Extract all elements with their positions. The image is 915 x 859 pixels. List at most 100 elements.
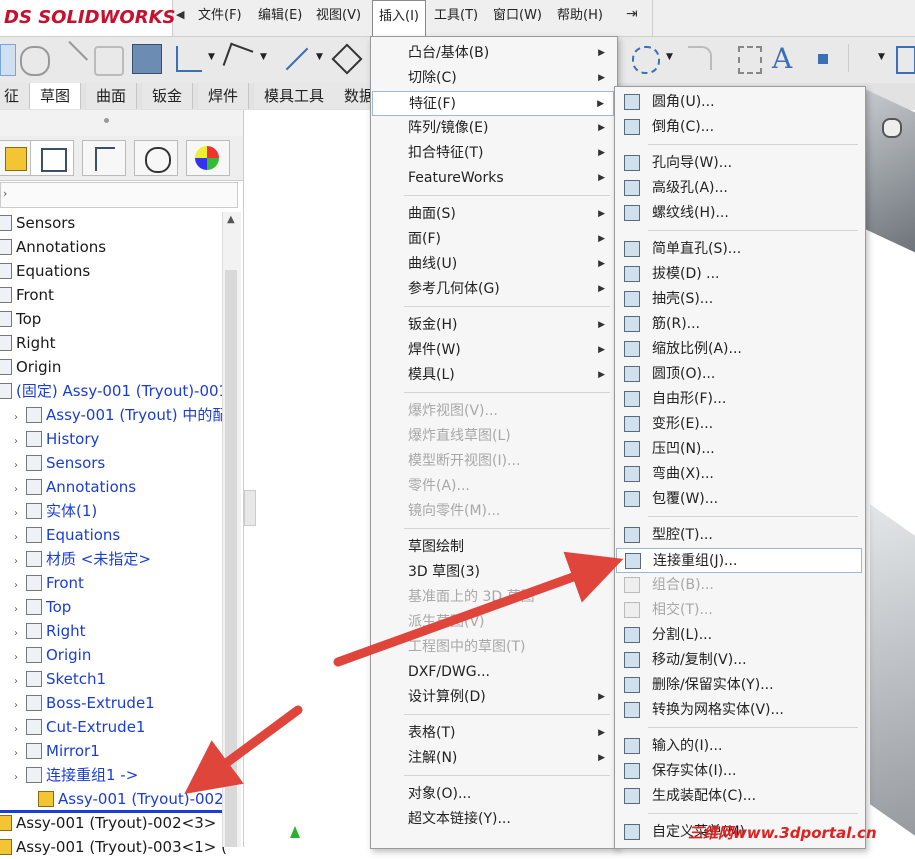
tree-item[interactable]: Annotations xyxy=(0,235,106,259)
expand-chevron-icon[interactable]: › xyxy=(14,766,26,790)
menu-item[interactable]: 曲线(U) ▶ xyxy=(372,252,614,277)
menu-window[interactable]: 窗口(W) xyxy=(487,0,548,34)
menu-item[interactable]: 焊件(W) ▶ xyxy=(372,338,614,363)
tree-item[interactable]: Right xyxy=(0,331,56,355)
rectangle-tool-icon[interactable] xyxy=(176,46,202,72)
tree-item[interactable]: › Right xyxy=(14,619,86,643)
menu-item[interactable]: 超文本链接(Y)... xyxy=(372,807,614,832)
menu-item[interactable]: 筋(R)... xyxy=(616,312,862,337)
point-tool-icon[interactable] xyxy=(818,54,828,64)
model-beam-top[interactable] xyxy=(862,87,915,253)
chevron-down-icon[interactable]: ▼ xyxy=(666,52,673,62)
pin-icon[interactable]: ⇥ xyxy=(626,6,638,22)
menu-help[interactable]: 帮助(H) xyxy=(551,0,609,34)
menu-item[interactable]: 连接重组(J)... xyxy=(616,548,862,573)
tree-root-chevron-icon[interactable]: › xyxy=(3,187,7,200)
convert-entities-icon[interactable] xyxy=(896,46,915,74)
tree-filter-bar[interactable]: › xyxy=(0,182,238,208)
menu-item[interactable]: 螺纹线(H)... xyxy=(616,201,862,226)
tree-item[interactable]: › Sensors xyxy=(14,451,105,475)
block-icon[interactable] xyxy=(132,44,162,74)
tree-item[interactable]: Origin xyxy=(0,355,61,379)
tree-item[interactable]: › Cut-Extrude1 xyxy=(14,715,145,739)
tree-item[interactable]: Sensors xyxy=(0,211,75,235)
tree-item[interactable]: Equations xyxy=(0,259,90,283)
menu-item[interactable]: 钣金(H) ▶ xyxy=(372,313,614,338)
menu-item[interactable]: 删除/保留实体(Y)... xyxy=(616,673,862,698)
circle-tool-icon[interactable] xyxy=(632,46,660,74)
menu-item[interactable]: 弯曲(X)... xyxy=(616,462,862,487)
tree-item[interactable]: Top xyxy=(0,307,41,331)
menu-item[interactable]: 变形(E)... xyxy=(616,412,862,437)
tree-item[interactable]: › 材质 <未指定> xyxy=(14,547,151,571)
tree-item[interactable]: › Top xyxy=(14,595,71,619)
menu-item[interactable]: 简单直孔(S)... xyxy=(616,237,862,262)
menu-item[interactable]: 扣合特征(T) ▶ xyxy=(372,141,614,166)
tab-4[interactable]: 焊件 xyxy=(198,83,250,109)
menu-item[interactable]: 圆顶(O)... xyxy=(616,362,862,387)
menu-item[interactable]: 设计算例(D) ▶ xyxy=(372,685,614,710)
scroll-up-icon[interactable]: ▲ xyxy=(227,214,235,225)
menu-item[interactable]: 抽壳(S)... xyxy=(616,287,862,312)
menu-tools[interactable]: 工具(T) xyxy=(428,0,484,34)
tree-item[interactable]: › Front xyxy=(14,571,84,595)
menu-item[interactable]: 表格(T) ▶ xyxy=(372,721,614,746)
tree-item[interactable]: Front xyxy=(0,283,54,307)
tree-item[interactable]: Assy-001 (Tryout)-002 xyxy=(38,787,224,811)
tree-item[interactable]: › Mirror1 xyxy=(14,739,100,763)
menu-item[interactable]: 倒角(C)... xyxy=(616,115,862,140)
menu-edit[interactable]: 编辑(E) xyxy=(252,0,308,34)
menu-file[interactable]: 文件(F) xyxy=(192,0,248,34)
menu-item[interactable]: 3D 草图(3) xyxy=(372,560,614,585)
text-tool-icon[interactable]: A xyxy=(772,42,792,75)
menu-item[interactable]: 缩放比例(A)... xyxy=(616,337,862,362)
tree-item[interactable]: (固定) Assy-001 (Tryout)-001 xyxy=(0,379,228,403)
tree-item[interactable]: › Annotations xyxy=(14,475,136,499)
menu-item[interactable]: 拔模(D) ... xyxy=(616,262,862,287)
menu-item[interactable]: 包覆(W)... xyxy=(616,487,862,512)
menu-item[interactable]: 分割(L)... xyxy=(616,623,862,648)
chevron-down-icon[interactable]: ▼ xyxy=(878,52,885,62)
tab-2[interactable]: 曲面 xyxy=(86,83,138,109)
offset-entities-icon[interactable] xyxy=(738,46,762,74)
menu-item[interactable]: 型腔(T)... xyxy=(616,523,862,548)
menu-item[interactable]: 切除(C) ▶ xyxy=(372,66,614,91)
property-manager-tab[interactable] xyxy=(30,140,74,176)
tree-item[interactable]: › Equations xyxy=(14,523,120,547)
tree-item[interactable]: Assy-001 (Tryout)-003<1> ( xyxy=(0,835,227,859)
menu-item[interactable]: 自由形(F)... xyxy=(616,387,862,412)
chevron-down-icon[interactable]: ▼ xyxy=(208,52,215,62)
menu-item[interactable]: 模具(L) ▶ xyxy=(372,363,614,388)
chevron-down-icon[interactable]: ▼ xyxy=(260,52,267,62)
menu-item[interactable]: 阵列/镜像(E) ▶ xyxy=(372,116,614,141)
arc-tool-icon[interactable] xyxy=(688,46,712,70)
tree-item[interactable]: › History xyxy=(14,427,99,451)
menu-item[interactable]: 移动/复制(V)... xyxy=(616,648,862,673)
chevron-down-icon[interactable]: ▼ xyxy=(316,52,323,62)
tree-item[interactable]: › Boss-Extrude1 xyxy=(14,691,155,715)
menu-item[interactable]: 输入的(I)... xyxy=(616,734,862,759)
tree-item[interactable]: › Assy-001 (Tryout) 中的配 xyxy=(14,403,227,427)
menu-collapse-arrow-icon[interactable]: ◀ xyxy=(176,8,184,21)
menu-item[interactable]: FeatureWorks ▶ xyxy=(372,166,614,191)
menu-item[interactable]: 生成装配体(C)... xyxy=(616,784,862,809)
tree-item[interactable]: › Origin xyxy=(14,643,91,667)
menu-item[interactable]: 保存实体(I)... xyxy=(616,759,862,784)
menu-item[interactable]: 转换为网格实体(V)... xyxy=(616,698,862,723)
menu-item[interactable]: DXF/DWG... xyxy=(372,660,614,685)
tree-item[interactable]: Assy-001 (Tryout)-002<3> ( xyxy=(0,811,227,835)
model-beam-bottom[interactable] xyxy=(870,504,915,836)
menu-item[interactable]: 参考几何体(G) ▶ xyxy=(372,277,614,302)
menu-item[interactable]: 圆角(U)... xyxy=(616,90,862,115)
menu-item[interactable]: 孔向导(W)... xyxy=(616,151,862,176)
menu-item[interactable]: 对象(O)... xyxy=(372,782,614,807)
menu-item[interactable]: 压凹(N)... xyxy=(616,437,862,462)
solidworks-logo[interactable]: DS SOLIDWORKS xyxy=(0,0,176,36)
link-icon[interactable] xyxy=(20,46,50,76)
panel-grip-icon[interactable] xyxy=(104,118,109,123)
menu-item[interactable]: 曲面(S) ▶ xyxy=(372,202,614,227)
tab-0[interactable]: 征 xyxy=(0,83,31,109)
panel-splitter-handle[interactable] xyxy=(244,490,256,526)
scroll-thumb[interactable] xyxy=(225,270,237,847)
configuration-manager-tab[interactable] xyxy=(82,140,126,176)
